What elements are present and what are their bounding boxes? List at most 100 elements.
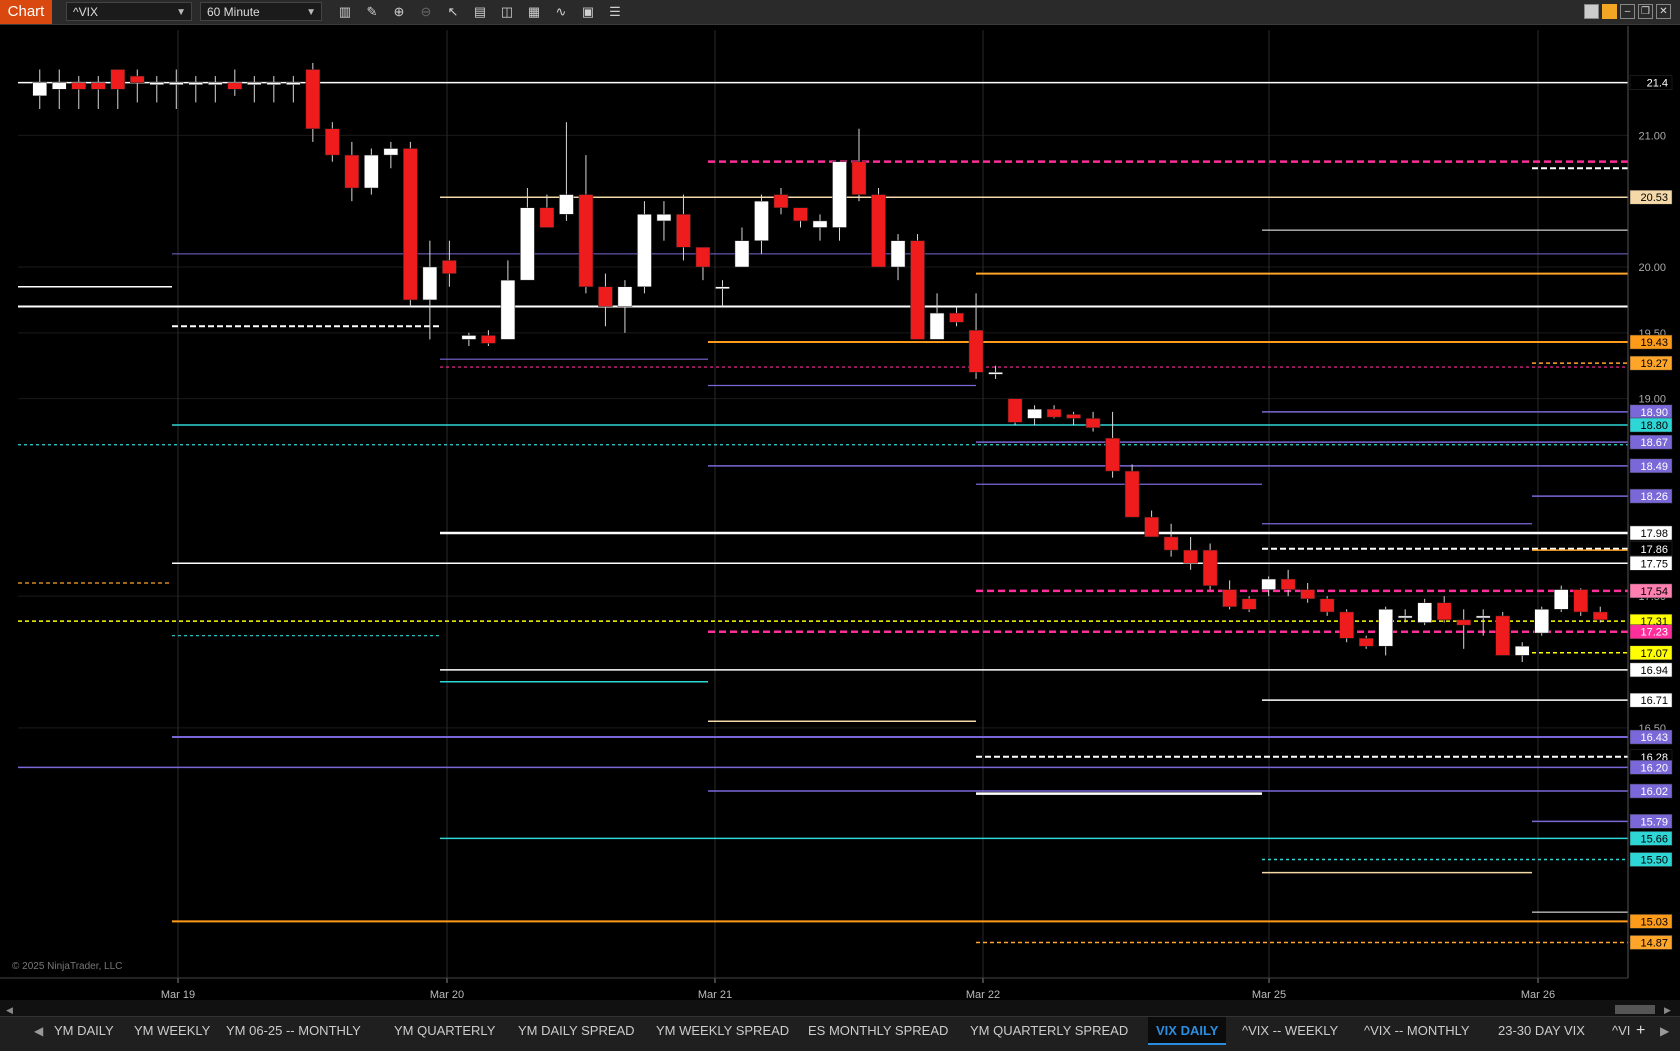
candle-body bbox=[1397, 615, 1413, 619]
price-tag-label: 20.53 bbox=[1640, 192, 1668, 204]
candle-body bbox=[578, 194, 594, 287]
indicators-icon[interactable]: ∿ bbox=[552, 3, 570, 21]
candle-body bbox=[461, 335, 477, 340]
candle-body bbox=[676, 214, 691, 248]
candle-body bbox=[481, 335, 496, 344]
candle-body bbox=[871, 194, 886, 268]
color-icon[interactable] bbox=[1602, 4, 1617, 19]
chevron-down-icon: ▼ bbox=[176, 7, 186, 18]
price-tag-label: 16.94 bbox=[1640, 665, 1668, 677]
candle-body bbox=[1300, 589, 1315, 600]
candle-body bbox=[1378, 609, 1393, 647]
candle-body bbox=[1241, 598, 1257, 610]
candle-body bbox=[539, 207, 555, 228]
tab-ym-weekly-spread[interactable]: YM WEEKLY SPREAD bbox=[648, 1017, 797, 1045]
scroll-right-icon[interactable]: ▶ bbox=[1664, 1005, 1671, 1016]
price-tag-label: 18.80 bbox=[1640, 420, 1668, 432]
tab-ym-quarterly[interactable]: YM QUARTERLY bbox=[386, 1017, 503, 1045]
drawing-tools-icon[interactable]: ✎ bbox=[363, 3, 381, 21]
candle-body bbox=[169, 82, 184, 85]
candle-body bbox=[1066, 414, 1081, 419]
tab-es-monthly-spread[interactable]: ES MONTHLY SPREAD bbox=[800, 1017, 956, 1045]
price-tag-label: 16.71 bbox=[1640, 695, 1668, 707]
candle-body bbox=[1456, 619, 1471, 626]
price-tag-label: 17.86 bbox=[1640, 544, 1668, 556]
candle-body bbox=[1592, 611, 1608, 621]
candle-body bbox=[890, 240, 906, 268]
price-tag-label: 14.87 bbox=[1640, 937, 1668, 949]
tab-ym-weekly[interactable]: YM WEEKLY bbox=[126, 1017, 218, 1045]
candle-body bbox=[1105, 437, 1120, 472]
data-box-icon[interactable]: ▤ bbox=[471, 3, 489, 21]
tab-vi[interactable]: ^VI bbox=[1604, 1017, 1638, 1045]
chart-trader-icon[interactable]: ☰ bbox=[606, 3, 624, 21]
price-tag-label: 16.20 bbox=[1640, 762, 1668, 774]
price-tag-label: 17.98 bbox=[1640, 528, 1668, 540]
price-chart[interactable]: Mar 19 Mar 20 Mar 21 Mar 22 Mar 25 Mar 26 21.… bbox=[0, 26, 1680, 1001]
candle-body bbox=[422, 266, 438, 301]
candle-body bbox=[325, 128, 340, 156]
candle-body bbox=[812, 220, 828, 228]
candle-body bbox=[715, 286, 730, 289]
candle-body bbox=[832, 161, 847, 228]
tab-vix-weekly[interactable]: ^VIX -- WEEKLY bbox=[1234, 1017, 1346, 1045]
chart-style-icon[interactable]: ◫ bbox=[498, 3, 516, 21]
candle-body bbox=[637, 214, 652, 287]
instrument-value: ^VIX bbox=[73, 5, 98, 19]
tab-vix-daily[interactable]: VIX DAILY bbox=[1148, 1017, 1227, 1045]
instrument-selector[interactable]: ^VIX ▼ bbox=[66, 2, 192, 21]
tab-vix-monthly[interactable]: ^VIX -- MONTHLY bbox=[1356, 1017, 1478, 1045]
price-tag-label: 17.07 bbox=[1640, 648, 1668, 660]
candle-body bbox=[773, 194, 789, 208]
tab-ym-quarterly-spread[interactable]: YM QUARTERLY SPREAD bbox=[962, 1017, 1136, 1045]
candle-body bbox=[1124, 470, 1140, 518]
candle-body bbox=[793, 207, 808, 222]
price-tag-label: 21.4 bbox=[1647, 78, 1668, 90]
tab-ym-daily[interactable]: YM DAILY bbox=[46, 1017, 122, 1045]
candle-body bbox=[968, 329, 984, 373]
tab-scroll-left-icon[interactable]: ◀ bbox=[34, 1017, 43, 1045]
candle-body bbox=[1475, 615, 1491, 619]
candle-body bbox=[695, 247, 711, 268]
properties-icon[interactable]: ▦ bbox=[525, 3, 543, 21]
zoom-in-icon[interactable]: ⊕ bbox=[390, 3, 408, 21]
candle-body bbox=[656, 214, 672, 222]
grid-layer bbox=[18, 30, 1628, 978]
restore-icon[interactable]: ❐ bbox=[1638, 4, 1653, 19]
candle-body bbox=[1222, 589, 1237, 607]
scroll-left-icon[interactable]: ◀ bbox=[6, 1005, 13, 1016]
candle-body bbox=[1144, 516, 1159, 538]
candle-body bbox=[305, 69, 321, 129]
price-tag-label: 17.54 bbox=[1640, 586, 1668, 598]
tile-icon[interactable] bbox=[1584, 4, 1599, 19]
add-tab-button[interactable]: + bbox=[1636, 1017, 1645, 1045]
candle-body bbox=[247, 82, 262, 85]
candle-body bbox=[1417, 602, 1432, 623]
candle-body bbox=[1261, 578, 1276, 590]
tab-ym-daily-spread[interactable]: YM DAILY SPREAD bbox=[510, 1017, 643, 1045]
zoom-out-icon[interactable]: ⊖ bbox=[417, 3, 435, 21]
price-tag-label: 19.27 bbox=[1640, 358, 1668, 370]
candles-layer bbox=[32, 62, 1608, 662]
price-tag-label: 15.66 bbox=[1640, 833, 1668, 845]
candle-body bbox=[520, 207, 535, 281]
tab-ym-06-25-monthly[interactable]: YM 06-25 -- MONTHLY bbox=[218, 1017, 369, 1045]
candle-body bbox=[1358, 638, 1374, 647]
candle-body bbox=[188, 82, 204, 85]
tab-23-30-day-vix[interactable]: 23-30 DAY VIX bbox=[1490, 1017, 1593, 1045]
price-tag-label: 17.75 bbox=[1640, 558, 1668, 570]
minimize-icon[interactable]: – bbox=[1620, 4, 1635, 19]
candle-body bbox=[1046, 408, 1062, 418]
close-icon[interactable]: ✕ bbox=[1656, 4, 1671, 19]
tab-scroll-right-icon[interactable]: ▶ bbox=[1660, 1017, 1669, 1045]
chart-tabs-bar: ◀ YM DAILY YM WEEKLY YM 06-25 -- MONTHLY YM… bbox=[0, 1016, 1680, 1051]
pointer-icon[interactable]: ↖ bbox=[444, 3, 462, 21]
strategies-icon[interactable]: ▣ bbox=[579, 3, 597, 21]
candle-body bbox=[364, 154, 379, 189]
candle-body bbox=[1163, 536, 1179, 551]
bar-type-icon[interactable]: ▥ bbox=[336, 3, 354, 21]
candle-body bbox=[929, 312, 945, 340]
interval-selector[interactable]: 60 Minute ▼ bbox=[200, 2, 322, 21]
candle-body bbox=[1339, 611, 1354, 639]
scroll-thumb[interactable] bbox=[1615, 1005, 1655, 1014]
